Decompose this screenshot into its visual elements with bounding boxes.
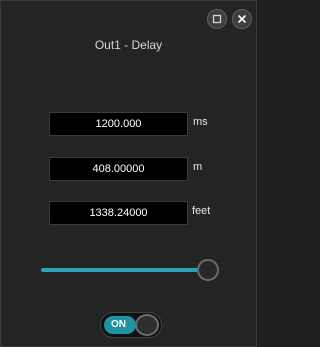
delay-enable-toggle[interactable]: ON bbox=[100, 312, 162, 338]
delay-slider[interactable] bbox=[39, 259, 219, 281]
close-icon bbox=[238, 15, 246, 23]
delay-feet-unit: feet bbox=[192, 205, 211, 217]
maximize-button[interactable] bbox=[207, 9, 227, 29]
close-button[interactable] bbox=[232, 9, 252, 29]
delay-ms-field[interactable]: 1200.000 bbox=[49, 112, 188, 136]
delay-dialog: Out1 - Delay 1200.000 ms 408.00000 m 133… bbox=[0, 0, 257, 347]
toggle-knob[interactable] bbox=[135, 314, 159, 336]
delay-meters-unit: m bbox=[193, 161, 203, 173]
toggle-label: ON bbox=[111, 319, 126, 330]
slider-track-fill bbox=[41, 268, 208, 272]
slider-thumb[interactable] bbox=[197, 259, 219, 281]
square-icon bbox=[212, 14, 222, 24]
titlebar bbox=[1, 1, 256, 33]
delay-ms-unit: ms bbox=[193, 116, 208, 128]
dialog-subtitle: Out1 - Delay bbox=[94, 38, 163, 52]
delay-feet-field[interactable]: 1338.24000 bbox=[49, 201, 188, 225]
delay-meters-field[interactable]: 408.00000 bbox=[49, 157, 188, 181]
